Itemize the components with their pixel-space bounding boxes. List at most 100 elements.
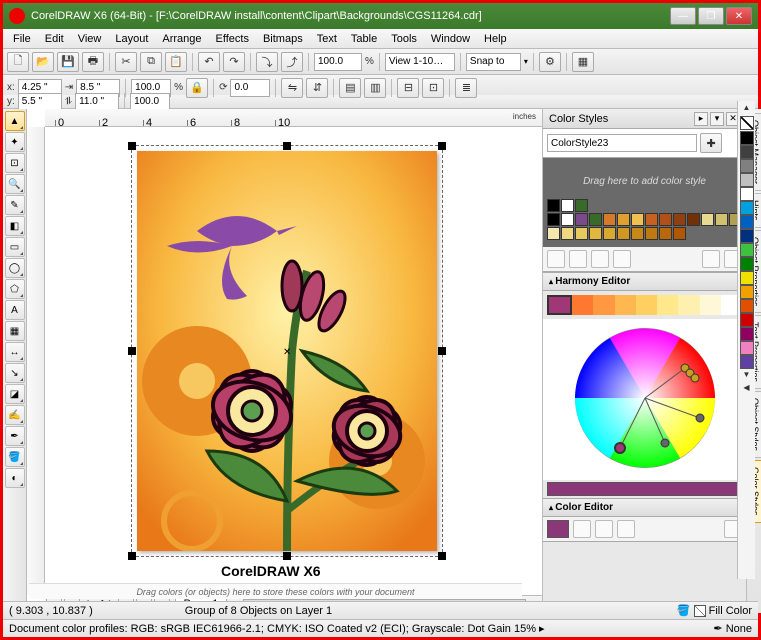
horizontal-ruler[interactable]: 0246810 inches <box>45 109 542 127</box>
import-button[interactable]: ⤵ <box>256 52 278 72</box>
color-editor-header[interactable]: Color Editor <box>543 498 746 517</box>
harmony-swatch[interactable] <box>547 295 572 315</box>
ungroup-button[interactable]: ⊟ <box>397 78 419 98</box>
new-style-button[interactable]: ✚ <box>700 133 722 153</box>
palette-swatch[interactable] <box>740 173 754 187</box>
fill-swatch[interactable] <box>694 605 706 617</box>
snap-to-select[interactable] <box>466 53 521 71</box>
lock-ratio-button[interactable]: 🔒 <box>186 78 208 98</box>
palette-flyout-button[interactable]: ◀ <box>743 383 749 395</box>
y-position-input[interactable] <box>18 93 62 111</box>
crop-tool[interactable]: ⊡ <box>5 153 25 173</box>
harmony-swatch[interactable] <box>678 295 699 315</box>
color-swatch[interactable] <box>687 213 700 226</box>
menu-table[interactable]: Table <box>345 31 383 47</box>
palette-swatch[interactable] <box>740 271 754 285</box>
harmony-swatch[interactable] <box>572 295 593 315</box>
dimension-tool[interactable]: ↔ <box>5 342 25 362</box>
drop-zone[interactable]: Drag here to add color style <box>547 168 742 195</box>
undo-button[interactable]: ↶ <box>198 52 220 72</box>
mirror-h-button[interactable]: ⇋ <box>281 78 303 98</box>
color-swatch[interactable] <box>561 199 574 212</box>
palette-swatch[interactable] <box>740 215 754 229</box>
color-swatch[interactable] <box>575 227 588 240</box>
menu-effects[interactable]: Effects <box>210 31 255 47</box>
palette-down-button[interactable]: ▼ <box>743 370 751 382</box>
current-color-swatch[interactable] <box>547 520 569 538</box>
menu-bitmaps[interactable]: Bitmaps <box>257 31 309 47</box>
harmony-swatch[interactable] <box>700 295 721 315</box>
palette-swatch[interactable] <box>740 201 754 215</box>
harmony-swatch[interactable] <box>615 295 636 315</box>
menu-text[interactable]: Text <box>311 31 343 47</box>
new-color-style-button[interactable] <box>547 250 565 268</box>
rectangle-tool[interactable]: ▭ <box>5 237 25 257</box>
color-swatch[interactable] <box>631 213 644 226</box>
order-back-button[interactable]: ▥ <box>364 78 386 98</box>
menu-help[interactable]: Help <box>478 31 513 47</box>
interactive-tool[interactable]: ◪ <box>5 384 25 404</box>
eyedropper-button[interactable] <box>573 520 591 538</box>
maximize-button[interactable]: ❐ <box>698 7 724 25</box>
harmony-swatch[interactable] <box>593 295 614 315</box>
ungroup-all-button[interactable]: ⊡ <box>422 78 444 98</box>
menu-view[interactable]: View <box>72 31 108 47</box>
color-swatch[interactable] <box>715 213 728 226</box>
harmony-editor-header[interactable]: Harmony Editor <box>543 272 746 291</box>
print-button[interactable]: 🖶 <box>82 52 104 72</box>
artwork-group[interactable] <box>137 151 437 551</box>
color-style-name-input[interactable] <box>547 134 697 152</box>
palette-swatch[interactable] <box>740 285 754 299</box>
interactive-fill-tool[interactable]: ◐ <box>5 468 25 488</box>
color-swatch[interactable] <box>589 227 602 240</box>
view-quality-select[interactable] <box>385 53 455 71</box>
menu-arrange[interactable]: Arrange <box>156 31 207 47</box>
options-button[interactable]: ⚙ <box>539 52 561 72</box>
view-options-button[interactable] <box>702 250 720 268</box>
menu-tools[interactable]: Tools <box>385 31 423 47</box>
no-color-swatch[interactable] <box>740 116 754 130</box>
minimize-button[interactable]: — <box>670 7 696 25</box>
color-swatch[interactable] <box>603 213 616 226</box>
color-swatch[interactable] <box>617 227 630 240</box>
color-wheel[interactable] <box>570 323 720 473</box>
color-swatch[interactable] <box>603 227 616 240</box>
launcher-button[interactable]: ▦ <box>572 52 594 72</box>
page-drawing[interactable] <box>137 151 437 551</box>
convert-button[interactable] <box>613 250 631 268</box>
copy-button[interactable]: ⧉ <box>140 52 162 72</box>
palette-swatch[interactable] <box>740 257 754 271</box>
pick-tool[interactable]: ▲ <box>5 111 25 131</box>
palette-swatch[interactable] <box>740 355 754 369</box>
color-swatch[interactable] <box>673 227 686 240</box>
color-swatch[interactable] <box>701 213 714 226</box>
palette-swatch[interactable] <box>740 313 754 327</box>
connector-tool[interactable]: ↘ <box>5 363 25 383</box>
color-swatch[interactable] <box>645 213 658 226</box>
harmony-swatch[interactable] <box>636 295 657 315</box>
menu-file[interactable]: File <box>7 31 37 47</box>
color-swatch[interactable] <box>547 213 560 226</box>
palette-swatch[interactable] <box>740 187 754 201</box>
color-swatch[interactable] <box>617 213 630 226</box>
new-button[interactable]: 🗋 <box>7 52 29 72</box>
palette-swatch[interactable] <box>740 243 754 257</box>
palette-swatch[interactable] <box>740 341 754 355</box>
new-harmony-button[interactable] <box>569 250 587 268</box>
cut-button[interactable]: ✂ <box>115 52 137 72</box>
canvas-area[interactable]: 0246810 inches <box>27 109 542 613</box>
wrap-text-button[interactable]: ≣ <box>455 78 477 98</box>
save-button[interactable]: 💾 <box>57 52 79 72</box>
palette-swatch[interactable] <box>740 145 754 159</box>
palette-swatch[interactable] <box>740 327 754 341</box>
polygon-tool[interactable]: ⬠ <box>5 279 25 299</box>
export-button[interactable]: ⤴ <box>281 52 303 72</box>
redo-button[interactable]: ↷ <box>223 52 245 72</box>
scale-y-input[interactable] <box>130 93 170 111</box>
color-swatch[interactable] <box>659 213 672 226</box>
ellipse-tool[interactable]: ◯ <box>5 258 25 278</box>
height-input[interactable] <box>75 93 119 111</box>
zoom-tool[interactable]: 🔍 <box>5 174 25 194</box>
color-swatch[interactable] <box>589 213 602 226</box>
color-swatch[interactable] <box>659 227 672 240</box>
